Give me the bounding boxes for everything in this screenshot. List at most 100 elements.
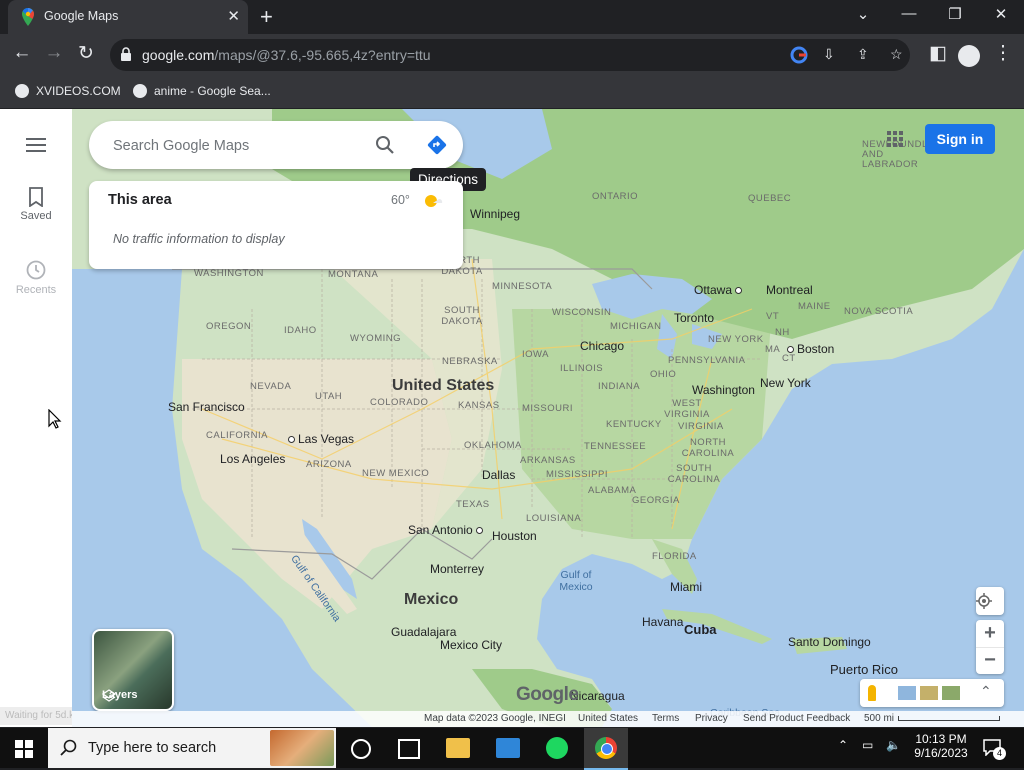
profile-avatar[interactable]	[958, 45, 980, 67]
map-label-city[interactable]: Winnipeg	[470, 207, 520, 221]
map-label-city[interactable]: Houston	[492, 529, 537, 543]
bookmark-item[interactable]: anime - Google Sea...	[133, 84, 271, 98]
menu-kebab-icon[interactable]: ⋮	[990, 42, 1016, 65]
tab-search-icon[interactable]: ⌄	[843, 5, 883, 23]
map-label-region[interactable]: LOUISIANA	[526, 513, 581, 524]
expand-chevron-icon[interactable]: ⌃	[980, 683, 992, 700]
map-label-city[interactable]: Havana	[642, 615, 683, 629]
forward-button[interactable]: →	[41, 42, 67, 64]
map-label-region[interactable]: SOUTH DAKOTA	[438, 305, 486, 327]
map-label-region[interactable]: MONTANA	[328, 269, 378, 280]
map-label-city[interactable]: Puerto Rico	[830, 662, 898, 677]
zoom-out-button[interactable]: −	[976, 648, 1004, 674]
map-label-water[interactable]: Gulf of Mexico	[556, 569, 596, 593]
imagery-thumbnail[interactable]	[920, 686, 938, 700]
new-tab-button[interactable]: +	[260, 4, 273, 30]
search-input[interactable]	[111, 133, 365, 159]
show-hidden-icons[interactable]: ⌃	[838, 738, 848, 752]
scale-label[interactable]: 500 mi	[864, 713, 894, 724]
map-label-region[interactable]: OKLAHOMA	[464, 440, 522, 451]
map-label-region[interactable]: SOUTH CAROLINA	[664, 463, 724, 485]
map-label-city[interactable]: Toronto	[674, 311, 714, 325]
map-label-region[interactable]: WISCONSIN	[552, 307, 611, 318]
my-location-button[interactable]	[976, 587, 1004, 615]
map-label-region[interactable]: OREGON	[206, 321, 251, 332]
layers-button[interactable]: Layers	[92, 629, 174, 711]
map-label-region[interactable]: MICHIGAN	[610, 321, 662, 332]
chrome-taskbar-button[interactable]	[584, 728, 628, 770]
map-label-region[interactable]: ARKANSAS	[520, 455, 576, 466]
map-label-city[interactable]: Santo Domingo	[788, 635, 871, 649]
google-lens-icon[interactable]	[790, 46, 808, 67]
map-label-region[interactable]: IDAHO	[284, 325, 317, 336]
terms-link[interactable]: Terms	[652, 713, 679, 724]
taskbar-search-box[interactable]: Type here to search	[48, 728, 336, 768]
restore-button[interactable]: ❐	[935, 5, 975, 23]
map-label-city[interactable]: Guadalajara	[391, 625, 456, 639]
map-label-region[interactable]: TENNESSEE	[584, 441, 646, 452]
map-label-city[interactable]: New York	[760, 376, 811, 390]
map-label-region[interactable]: NEBRASKA	[442, 356, 498, 367]
pegman-icon[interactable]	[868, 685, 876, 701]
windows-start-icon[interactable]	[15, 740, 33, 763]
spotify-icon[interactable]	[546, 737, 568, 759]
file-explorer-icon[interactable]	[446, 738, 470, 758]
map-label-region[interactable]: PENNSYLVANIA	[668, 355, 745, 366]
map-label-city[interactable]: Washington	[692, 383, 755, 397]
map-label-city[interactable]: Ottawa	[694, 283, 745, 297]
privacy-link[interactable]: Privacy	[695, 713, 728, 724]
map-canvas[interactable]: United States Mexico ONTARIO QUEBEC NEWF…	[72, 109, 1024, 727]
map-label-region[interactable]: OHIO	[650, 369, 676, 380]
feedback-link[interactable]: Send Product Feedback	[743, 713, 850, 724]
imagery-thumbnail[interactable]	[898, 686, 916, 700]
map-label-region[interactable]: VT	[766, 311, 779, 322]
back-button[interactable]: ←	[9, 42, 35, 64]
region-link[interactable]: United States	[578, 713, 638, 724]
map-label-region[interactable]: NEVADA	[250, 381, 291, 392]
map-label-city[interactable]: Montreal	[766, 283, 813, 297]
map-label-region[interactable]: KENTUCKY	[606, 419, 662, 430]
this-area-card[interactable]: This area 60° No traffic information to …	[89, 181, 463, 269]
map-label-region[interactable]: IOWA	[522, 349, 549, 360]
network-icon[interactable]: ▭	[862, 738, 873, 752]
map-label-region[interactable]: NEW YORK	[708, 334, 764, 345]
map-label-region[interactable]: NORTH CAROLINA	[678, 437, 738, 459]
hamburger-menu-icon[interactable]	[26, 137, 46, 158]
install-app-icon[interactable]: ⇩	[823, 46, 835, 63]
zoom-in-button[interactable]: +	[976, 620, 1004, 648]
sign-in-button[interactable]: Sign in	[925, 124, 995, 154]
map-label-city[interactable]: San Francisco	[168, 400, 245, 414]
recents-button[interactable]: Recents	[0, 259, 72, 296]
imagery-thumbnail[interactable]	[942, 686, 960, 700]
map-label-region[interactable]: ILLINOIS	[560, 363, 603, 374]
tab-google-maps[interactable]: Google Maps ✕	[8, 0, 248, 34]
close-window-button[interactable]: ✕	[981, 5, 1021, 23]
reload-button[interactable]: ↻	[73, 42, 99, 65]
map-label-city[interactable]: Chicago	[580, 339, 624, 353]
side-panel-icon[interactable]: ◧	[925, 42, 951, 65]
map-label-region[interactable]: KANSAS	[458, 400, 500, 411]
map-label-region[interactable]: FLORIDA	[652, 551, 697, 562]
map-label-city[interactable]: Las Vegas	[285, 432, 354, 446]
map-label-region[interactable]: MINNESOTA	[492, 281, 552, 292]
map-label-country[interactable]: Mexico	[404, 591, 458, 609]
map-label-region[interactable]: WASHINGTON	[194, 268, 264, 279]
volume-muted-icon[interactable]: 🔈	[886, 738, 901, 752]
map-label-region[interactable]: NEW MEXICO	[362, 468, 429, 479]
map-label-region[interactable]: GEORGIA	[632, 495, 680, 506]
map-label-city[interactable]: Los Angeles	[220, 452, 285, 466]
map-label-region[interactable]: WEST VIRGINIA	[662, 398, 712, 420]
map-label-region[interactable]: MA	[765, 344, 780, 355]
clock[interactable]: 10:13 PM 9/16/2023	[910, 732, 972, 760]
task-view-icon[interactable]	[398, 739, 420, 759]
map-label-region[interactable]: QUEBEC	[748, 193, 791, 204]
map-label-region[interactable]: MISSISSIPPI	[546, 469, 608, 480]
map-label-region[interactable]: NOVA SCOTIA	[844, 306, 913, 317]
map-label-city[interactable]: Dallas	[482, 468, 515, 482]
bookmark-star-icon[interactable]: ☆	[890, 46, 903, 63]
map-label-city[interactable]: Miami	[670, 580, 702, 594]
address-bar[interactable]: google.com/maps/@37.6,-95.665,4z?entry=t…	[110, 39, 910, 71]
map-label-region[interactable]: INDIANA	[598, 381, 640, 392]
saved-button[interactable]: Saved	[0, 187, 72, 222]
map-label-country[interactable]: United States	[392, 377, 494, 395]
